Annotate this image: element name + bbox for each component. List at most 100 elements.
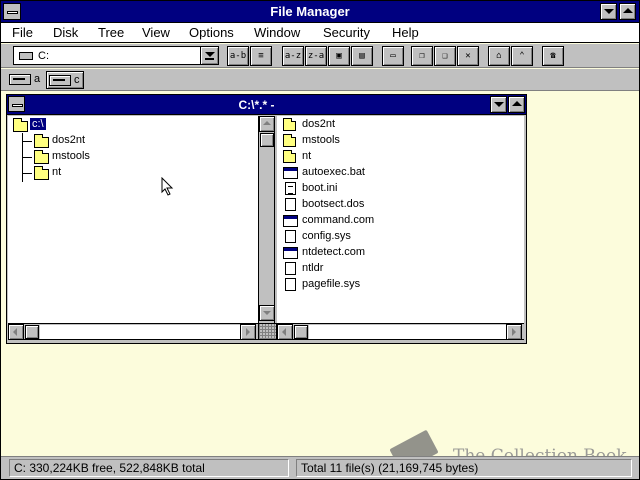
- file-icon: [285, 198, 296, 211]
- chevron-left-icon: [282, 328, 286, 336]
- menu-file[interactable]: File: [12, 25, 33, 40]
- menu-tree[interactable]: Tree: [98, 25, 124, 40]
- program-file-icon: [283, 247, 298, 259]
- file-manager-window: File Manager File Disk Tree View Options…: [0, 0, 640, 480]
- connect-drive-icon: ⌂: [496, 51, 502, 61]
- status-free-space: C: 330,224KB free, 522,848KB total: [9, 459, 289, 477]
- share-button[interactable]: ☎: [542, 46, 564, 66]
- new-window-button[interactable]: ▭: [382, 46, 404, 66]
- scroll-thumb[interactable]: [25, 325, 39, 339]
- tree-and-directory-button[interactable]: a-b: [227, 46, 249, 66]
- scroll-down-button[interactable]: [259, 305, 275, 321]
- scroll-right-button[interactable]: [506, 324, 522, 340]
- folder-icon: [283, 150, 296, 163]
- floppy-drive-icon: [9, 74, 31, 85]
- share-icon: ☎: [550, 51, 556, 61]
- minimize-icon: [604, 9, 614, 14]
- tree-item-label: nt: [52, 166, 62, 178]
- document-file-icon: [285, 182, 296, 195]
- scroll-right-button[interactable]: [240, 324, 256, 340]
- all-file-details-button[interactable]: ≡: [250, 46, 272, 66]
- folder-icon: [34, 166, 49, 180]
- system-menu-icon[interactable]: [3, 3, 21, 20]
- delete-button[interactable]: ✕: [457, 46, 479, 66]
- drive-select-dropdown-button[interactable]: [200, 47, 218, 64]
- sort-by-size-button[interactable]: ▣: [328, 46, 350, 66]
- sort-by-name-button[interactable]: a-z: [282, 46, 304, 66]
- directory-window-title: C:\*.* -: [238, 98, 275, 112]
- disconnect-network-drive-button[interactable]: ⌃: [511, 46, 533, 66]
- scroll-left-button[interactable]: [8, 324, 24, 340]
- child-system-menu-icon[interactable]: [8, 96, 25, 112]
- minimize-button[interactable]: [600, 3, 617, 20]
- chevron-right-icon: [512, 328, 516, 336]
- scroll-thumb[interactable]: [294, 325, 308, 339]
- child-minimize-button[interactable]: [490, 96, 507, 113]
- hard-drive-icon: [49, 75, 71, 86]
- file-list-pane[interactable]: dos2nt mstools nt autoexec.bat boot.ini …: [277, 116, 524, 323]
- menu-window[interactable]: Window: [254, 25, 300, 40]
- drive-select-value: C:: [38, 50, 49, 62]
- connect-network-drive-button[interactable]: ⌂: [488, 46, 510, 66]
- split-bar[interactable]: [258, 323, 277, 340]
- folder-icon: [34, 134, 49, 148]
- directory-window: C:\*.* - c:\ dos2nt mstools nt dos2nt ms…: [6, 94, 527, 344]
- sort-date-icon: ▤: [359, 51, 365, 61]
- disconnect-drive-icon: ⌃: [519, 51, 525, 61]
- chevron-left-icon: [13, 328, 17, 336]
- scroll-thumb[interactable]: [260, 133, 274, 147]
- menu-disk[interactable]: Disk: [53, 25, 78, 40]
- sort-size-icon: ▣: [336, 51, 342, 61]
- tree-item-label: mstools: [52, 150, 90, 162]
- window-title: File Manager: [270, 4, 350, 19]
- tree-vertical-scrollbar[interactable]: [258, 116, 275, 323]
- menu-help[interactable]: Help: [392, 25, 419, 40]
- menu-bar: File Disk Tree View Options Window Secur…: [1, 23, 639, 43]
- sort-by-date-button[interactable]: ▤: [351, 46, 373, 66]
- drive-select[interactable]: C:: [13, 46, 219, 65]
- maximize-button[interactable]: [619, 3, 636, 20]
- tree-dir-icon: a-b: [229, 51, 247, 61]
- file-list-horizontal-scrollbar[interactable]: [277, 323, 524, 340]
- directory-window-title-bar[interactable]: C:\*.* -: [7, 95, 526, 115]
- toolbar: C: a-b ≡ a-z z-a ▣ ▤ ▭ ❐ ❑ ✕ ⌂ ⌃ ☎: [1, 44, 639, 68]
- file-icon: [285, 230, 296, 243]
- minimize-icon: [494, 102, 504, 107]
- chevron-down-icon: [263, 311, 271, 315]
- program-file-icon: [283, 167, 298, 179]
- hard-drive-icon: [19, 52, 33, 60]
- tree-item-label: dos2nt: [52, 134, 86, 146]
- child-maximize-button[interactable]: [508, 96, 525, 113]
- status-file-total: Total 11 file(s) (21,169,745 bytes): [296, 459, 632, 477]
- file-icon: [285, 262, 296, 275]
- drive-bar: a c: [1, 69, 639, 91]
- program-file-icon: [283, 215, 298, 227]
- move-icon: ❑: [442, 51, 448, 61]
- chevron-up-icon: [263, 121, 271, 125]
- menu-security[interactable]: Security: [323, 25, 370, 40]
- delete-icon: ✕: [465, 51, 471, 61]
- scroll-up-button[interactable]: [259, 116, 275, 132]
- sort-by-type-button[interactable]: z-a: [305, 46, 327, 66]
- file-icon: [285, 278, 296, 291]
- folder-icon: [34, 150, 49, 164]
- directory-tree-pane[interactable]: c:\ dos2nt mstools nt: [8, 116, 258, 323]
- chevron-right-icon: [246, 328, 250, 336]
- folder-icon: [283, 118, 296, 131]
- menu-options[interactable]: Options: [189, 25, 234, 40]
- tree-horizontal-scrollbar[interactable]: [8, 323, 258, 340]
- scroll-left-button[interactable]: [277, 324, 293, 340]
- move-button[interactable]: ❑: [434, 46, 456, 66]
- copy-button[interactable]: ❐: [411, 46, 433, 66]
- mouse-pointer-icon: [161, 177, 174, 196]
- drive-a[interactable]: a: [7, 71, 45, 89]
- menu-view[interactable]: View: [142, 25, 170, 40]
- folder-icon: [283, 134, 296, 147]
- open-folder-icon: [13, 118, 28, 132]
- drive-c[interactable]: c: [46, 71, 84, 89]
- drive-a-label: a: [34, 73, 41, 85]
- sort-type-icon: z-a: [307, 51, 325, 61]
- copy-icon: ❐: [419, 51, 425, 61]
- title-bar[interactable]: File Manager: [1, 1, 639, 23]
- drive-c-label: c: [74, 74, 80, 86]
